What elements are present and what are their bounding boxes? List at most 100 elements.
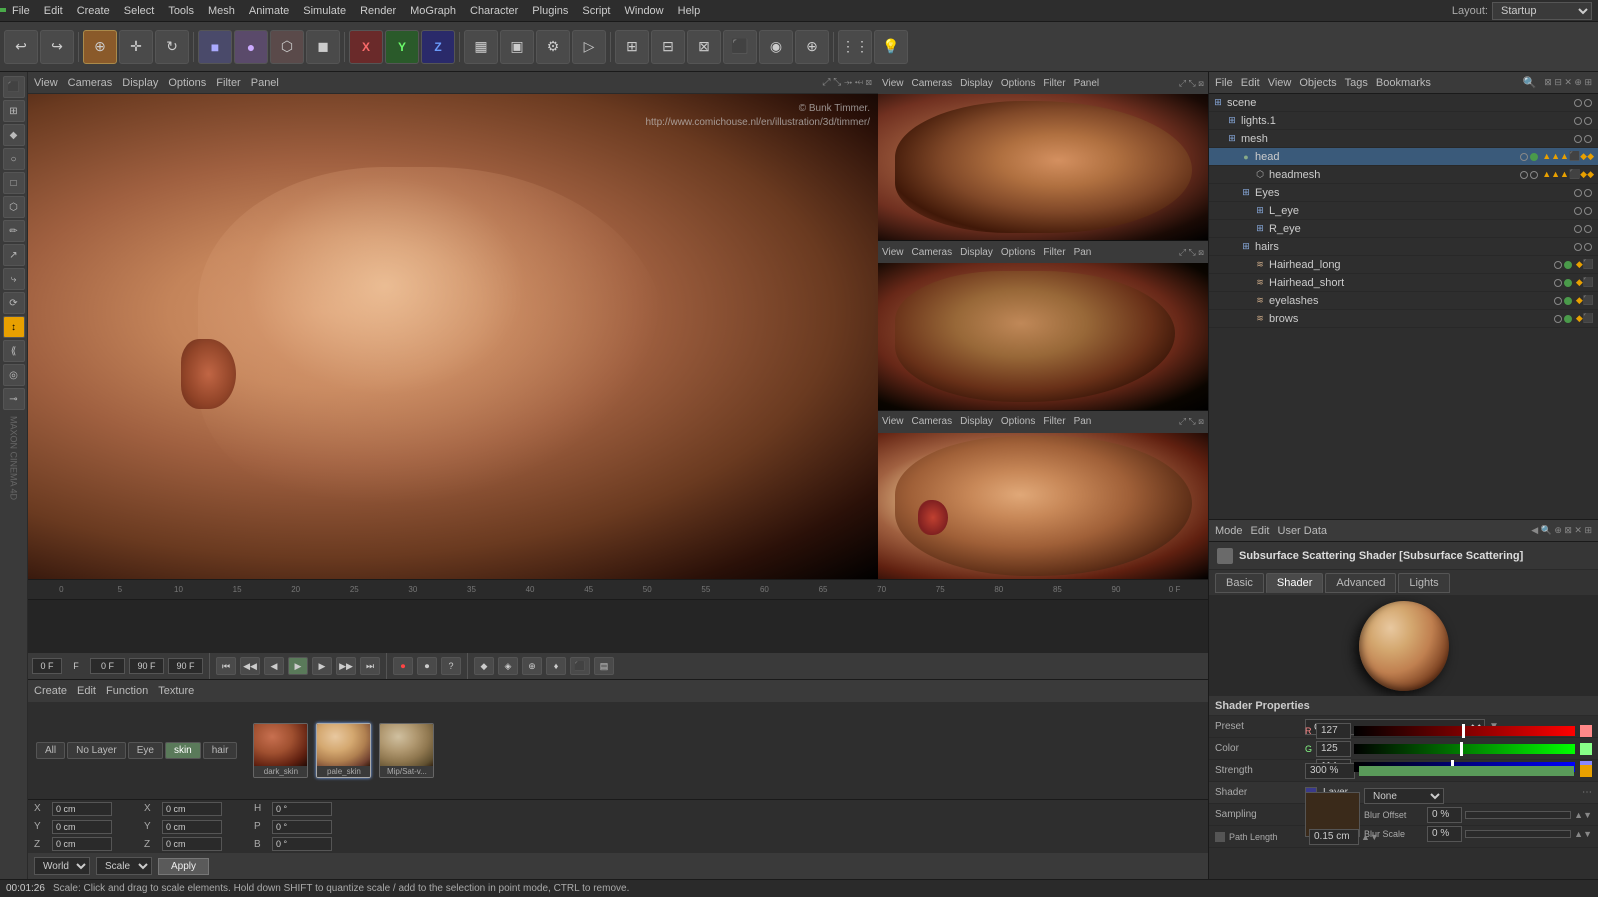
- render-region-button[interactable]: ▦: [464, 30, 498, 64]
- left-tool-measure[interactable]: ⊸: [3, 388, 25, 410]
- light-button[interactable]: 💡: [874, 30, 908, 64]
- tl-goto-end[interactable]: ⏭: [360, 657, 380, 675]
- x-axis-button[interactable]: X: [349, 30, 383, 64]
- at-userdata[interactable]: User Data: [1278, 525, 1328, 537]
- left-tool-diamond[interactable]: ◆: [3, 124, 25, 146]
- snap-button[interactable]: ⊞: [615, 30, 649, 64]
- scale-snap-button[interactable]: ⬛: [723, 30, 757, 64]
- sv3-filter[interactable]: Filter: [1043, 416, 1065, 427]
- attrs-strength-bar[interactable]: [1359, 766, 1574, 776]
- left-tool-active[interactable]: ↕: [3, 316, 25, 338]
- tl-help[interactable]: ?: [441, 657, 461, 675]
- render-settings-button[interactable]: ⚙: [536, 30, 570, 64]
- attrs-strength-input[interactable]: [1305, 763, 1355, 779]
- menu-file[interactable]: File: [6, 3, 36, 19]
- obj-row-eyelashes[interactable]: ≋ eyelashes ◆⬛: [1209, 292, 1598, 310]
- blur-offset-bar[interactable]: [1465, 811, 1571, 819]
- scale-tool-button[interactable]: ✛: [119, 30, 153, 64]
- path-length-arrows[interactable]: ▲▼: [1361, 832, 1379, 842]
- tl-key2[interactable]: ◈: [498, 657, 518, 675]
- vt-cameras[interactable]: Cameras: [68, 77, 113, 89]
- left-tool-bend[interactable]: ⤷: [3, 268, 25, 290]
- coord-y2-input[interactable]: [162, 820, 222, 834]
- y-axis-button[interactable]: Y: [385, 30, 419, 64]
- render-start-button[interactable]: ▷: [572, 30, 606, 64]
- menu-mograph[interactable]: MoGraph: [404, 3, 462, 19]
- attrs-tab-lights[interactable]: Lights: [1398, 573, 1449, 593]
- obj-row-leye[interactable]: ⊞ L_eye: [1209, 202, 1598, 220]
- mat-function[interactable]: Function: [106, 685, 148, 697]
- coord-x-input[interactable]: [52, 802, 112, 816]
- left-tool-pen[interactable]: ✏: [3, 220, 25, 242]
- layout-dropdown[interactable]: Startup: [1492, 2, 1592, 20]
- coord-z2-input[interactable]: [162, 837, 222, 851]
- left-tool-grid[interactable]: ⊞: [3, 100, 25, 122]
- tl-goto-start[interactable]: ⏮: [216, 657, 236, 675]
- color-r-input[interactable]: [1316, 723, 1351, 739]
- attrs-tab-basic[interactable]: Basic: [1215, 573, 1264, 593]
- sv2-filter[interactable]: Filter: [1043, 247, 1065, 258]
- tl-key4[interactable]: ♦: [546, 657, 566, 675]
- redo-button[interactable]: ↪: [40, 30, 74, 64]
- obj-row-hairlong[interactable]: ≋ Hairhead_long ◆⬛: [1209, 256, 1598, 274]
- rotate-snap-button[interactable]: ◉: [759, 30, 793, 64]
- left-tool-knife[interactable]: ⟪: [3, 340, 25, 362]
- mat-tab-hair[interactable]: hair: [203, 742, 238, 759]
- coord-y-input[interactable]: [52, 820, 112, 834]
- tl-auto[interactable]: ⏺: [417, 657, 437, 675]
- blur-offset-arrow[interactable]: ▲▼: [1574, 810, 1592, 820]
- sv2-cameras[interactable]: Cameras: [912, 247, 953, 258]
- world-dropdown[interactable]: World: [34, 857, 90, 875]
- sub-viewport-1-content[interactable]: [878, 94, 1208, 240]
- poly-mode-button[interactable]: ◼: [306, 30, 340, 64]
- obj-row-reye[interactable]: ⊞ R_eye: [1209, 220, 1598, 238]
- blur-offset-input[interactable]: [1427, 807, 1462, 823]
- render-to-po-button[interactable]: ▣: [500, 30, 534, 64]
- left-tool-cube[interactable]: ⬛: [3, 76, 25, 98]
- mat-tab-eye[interactable]: Eye: [128, 742, 163, 759]
- om-bookmarks[interactable]: Bookmarks: [1376, 77, 1431, 89]
- om-objects[interactable]: Objects: [1299, 77, 1336, 89]
- sv3-cameras[interactable]: Cameras: [912, 416, 953, 427]
- tl-play[interactable]: ▶: [288, 657, 308, 675]
- obj-row-lights[interactable]: ⊞ lights.1: [1209, 112, 1598, 130]
- tl-key1[interactable]: ◆: [474, 657, 494, 675]
- vt-panel[interactable]: Panel: [251, 77, 279, 89]
- obj-row-mesh[interactable]: ⊞ mesh: [1209, 130, 1598, 148]
- sv1-panel[interactable]: Panel: [1074, 78, 1100, 89]
- sv3-display[interactable]: Display: [960, 416, 993, 427]
- om-view[interactable]: View: [1268, 77, 1292, 89]
- at-mode[interactable]: Mode: [1215, 525, 1243, 537]
- sv2-view[interactable]: View: [882, 247, 904, 258]
- tl-record[interactable]: ⏺: [393, 657, 413, 675]
- obj-row-brows[interactable]: ≋ brows ◆⬛: [1209, 310, 1598, 328]
- color-g-input[interactable]: [1316, 741, 1351, 757]
- mat-tab-nolayer[interactable]: No Layer: [67, 742, 126, 759]
- color-r-bar[interactable]: [1354, 726, 1575, 736]
- tl-next-frame[interactable]: ▶: [312, 657, 332, 675]
- sv3-view[interactable]: View: [882, 416, 904, 427]
- mat-swatch-mip[interactable]: Mip/Sat-v...: [379, 723, 434, 778]
- end-frame-input1[interactable]: [129, 658, 164, 674]
- obj-row-headmesh[interactable]: ⬡ headmesh ▲▲▲⬛◆◆: [1209, 166, 1598, 184]
- configure-button[interactable]: ⋮⋮: [838, 30, 872, 64]
- sv2-options[interactable]: Options: [1001, 247, 1035, 258]
- left-tool-lasso[interactable]: ◎: [3, 364, 25, 386]
- mat-tab-skin[interactable]: skin: [165, 742, 201, 759]
- menu-window[interactable]: Window: [619, 3, 670, 19]
- menu-character[interactable]: Character: [464, 3, 524, 19]
- z-axis-button[interactable]: Z: [421, 30, 455, 64]
- tl-next-key[interactable]: ▶▶: [336, 657, 356, 675]
- menu-edit[interactable]: Edit: [38, 3, 69, 19]
- tl-key6[interactable]: ▤: [594, 657, 614, 675]
- mat-create[interactable]: Create: [34, 685, 67, 697]
- tl-prev-frame[interactable]: ◀: [264, 657, 284, 675]
- timeline-track[interactable]: [28, 600, 1208, 653]
- sv1-view[interactable]: View: [882, 78, 904, 89]
- menu-plugins[interactable]: Plugins: [526, 3, 574, 19]
- menu-select[interactable]: Select: [118, 3, 161, 19]
- menu-help[interactable]: Help: [672, 3, 707, 19]
- sv1-display[interactable]: Display: [960, 78, 993, 89]
- undo-button[interactable]: ↩: [4, 30, 38, 64]
- mat-swatch-pale-skin[interactable]: pale_skin: [316, 723, 371, 778]
